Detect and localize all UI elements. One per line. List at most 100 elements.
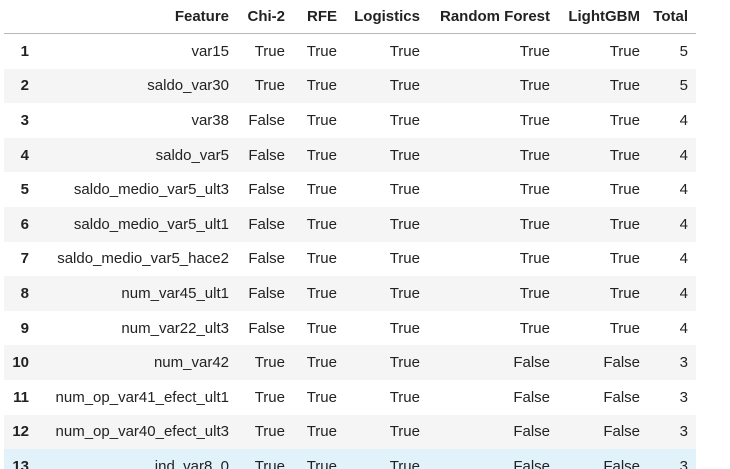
cell-rfe: True: [306, 42, 337, 60]
cell-random-forest: True: [519, 111, 550, 129]
cell-chi2: False: [248, 319, 285, 337]
cell-rfe: True: [306, 77, 337, 95]
cell-rfe: True: [306, 388, 337, 406]
cell-lightgbm: True: [609, 215, 640, 233]
cell-lightgbm: True: [609, 284, 640, 302]
cell-random-forest: True: [519, 215, 550, 233]
cell-logistics: True: [389, 111, 420, 129]
row-index: 11: [13, 388, 29, 406]
cell-total: 5: [679, 42, 688, 60]
table-row: 3 var38 False True True True True 4: [4, 103, 696, 138]
table-row: 6 saldo_medio_var5_ult1 False True True True T…: [4, 206, 696, 242]
row-index: 9: [20, 319, 29, 337]
cell-chi2: False: [248, 250, 285, 268]
cell-random-forest: False: [513, 388, 550, 406]
table-row: 4 saldo_var5 False True True True True 4: [4, 137, 696, 173]
cell-chi2: False: [248, 146, 285, 164]
cell-total: 4: [679, 284, 688, 302]
cell-feature: saldo_medio_var5_hace2: [57, 250, 229, 268]
cell-lightgbm: True: [609, 250, 640, 268]
table-row: 2 saldo_var30 True True True True True 5: [4, 68, 696, 104]
cell-logistics: True: [389, 319, 420, 337]
table-row: 1 var15 True True True True True 5: [4, 33, 696, 69]
cell-lightgbm: False: [603, 388, 640, 406]
cell-random-forest: True: [519, 319, 550, 337]
column-header-feature: Feature: [37, 0, 237, 34]
cell-logistics: True: [389, 354, 420, 372]
row-index: 3: [20, 111, 29, 129]
row-index: 6: [20, 215, 29, 233]
row-index: 13: [12, 457, 29, 469]
feature-selection-table: Feature Chi-2 RFE Logistics Random Fores…: [4, 0, 696, 469]
cell-chi2: False: [248, 284, 285, 302]
row-index: 4: [20, 146, 29, 164]
cell-rfe: True: [306, 284, 337, 302]
row-index: 2: [20, 77, 29, 95]
cell-logistics: True: [389, 284, 420, 302]
cell-logistics: True: [389, 42, 420, 60]
cell-total: 4: [679, 319, 688, 337]
cell-feature: saldo_var30: [147, 77, 229, 95]
cell-logistics: True: [389, 146, 420, 164]
cell-total: 4: [679, 250, 688, 268]
cell-logistics: True: [389, 457, 420, 469]
cell-lightgbm: False: [603, 457, 640, 469]
cell-total: 5: [679, 77, 688, 95]
cell-random-forest: True: [519, 250, 550, 268]
index-header: [4, 0, 37, 34]
column-header-logistics: Logistics: [345, 0, 428, 34]
cell-chi2: True: [254, 42, 285, 60]
cell-total: 4: [679, 215, 688, 233]
cell-feature: num_var45_ult1: [121, 284, 229, 302]
column-header-random-forest: Random Forest: [428, 0, 558, 34]
cell-feature: var15: [191, 42, 229, 60]
cell-random-forest: False: [513, 354, 550, 372]
cell-feature: saldo_var5: [155, 146, 229, 164]
cell-logistics: True: [389, 250, 420, 268]
row-index: 1: [20, 42, 29, 60]
cell-logistics: True: [389, 215, 420, 233]
table-row: 5 saldo_medio_var5_ult3 False True True True T…: [4, 172, 696, 207]
cell-random-forest: True: [519, 42, 550, 60]
cell-rfe: True: [306, 319, 337, 337]
cell-lightgbm: True: [609, 111, 640, 129]
cell-total: 4: [679, 181, 688, 199]
cell-total: 3: [679, 423, 688, 441]
cell-random-forest: True: [519, 146, 550, 164]
cell-rfe: True: [306, 146, 337, 164]
cell-lightgbm: False: [603, 423, 640, 441]
table-row: 9 num_var22_ult3 False True True True True 4: [4, 310, 696, 346]
table-row: 10 num_var42 True True True False False 3: [4, 345, 696, 380]
cell-chi2: True: [254, 388, 285, 406]
cell-rfe: True: [306, 250, 337, 268]
column-header-chi2: Chi-2: [237, 0, 293, 34]
cell-feature: num_op_var41_efect_ult1: [55, 388, 229, 406]
cell-chi2: True: [254, 457, 285, 469]
row-index: 8: [20, 284, 29, 302]
cell-total: 3: [679, 457, 688, 469]
table-row: 13 ind_var8_0 True True True False False 3: [4, 449, 696, 469]
table-row: 8 num_var45_ult1 False True True True True 4: [4, 276, 696, 311]
cell-feature: num_op_var40_efect_ult3: [55, 423, 229, 441]
cell-lightgbm: True: [609, 146, 640, 164]
cell-chi2: False: [248, 181, 285, 199]
cell-lightgbm: True: [609, 77, 640, 95]
cell-total: 3: [679, 354, 688, 372]
cell-chi2: True: [254, 354, 285, 372]
cell-rfe: True: [306, 181, 337, 199]
column-header-lightgbm: LightGBM: [558, 0, 648, 34]
table-row: 12 num_op_var40_efect_ult3 True True True Fal…: [4, 414, 696, 450]
cell-chi2: True: [254, 77, 285, 95]
table-row: 7 saldo_medio_var5_hace2 False True True True…: [4, 241, 696, 277]
cell-rfe: True: [306, 111, 337, 129]
cell-logistics: True: [389, 388, 420, 406]
cell-logistics: True: [389, 423, 420, 441]
table-header: Feature Chi-2 RFE Logistics Random Fores…: [4, 0, 696, 34]
cell-logistics: True: [389, 181, 420, 199]
row-index: 5: [20, 181, 29, 199]
cell-random-forest: False: [513, 457, 550, 469]
cell-random-forest: False: [513, 423, 550, 441]
table-body: 1 var15 True True True True True 5 2 saldo_var30 T…: [4, 33, 696, 469]
column-header-total: Total: [648, 0, 696, 34]
cell-random-forest: True: [519, 284, 550, 302]
